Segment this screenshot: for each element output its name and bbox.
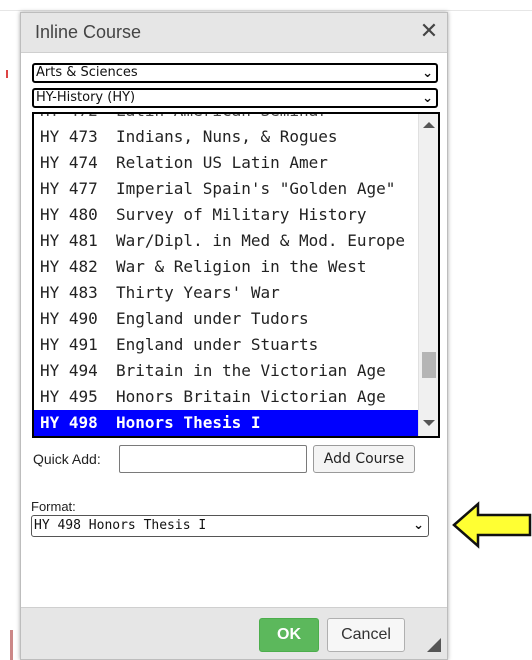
list-item[interactable]: HY 499Honors Thesis II xyxy=(34,436,418,438)
course-name: Britain in the Victorian Age xyxy=(116,361,386,380)
list-item[interactable]: HY 472Latin American Seminar xyxy=(34,114,418,124)
dialog-title: Inline Course xyxy=(35,22,142,42)
course-code: HY 477 xyxy=(40,179,98,198)
course-code: HY 498 xyxy=(40,413,98,432)
course-code: HY 483 xyxy=(40,283,98,302)
course-code: HY 494 xyxy=(40,361,98,380)
background-mark xyxy=(10,630,13,660)
department-select[interactable]: HY-History (HY) ⌄ xyxy=(32,88,438,108)
chevron-down-icon: ⌄ xyxy=(422,66,433,81)
chevron-down-icon: ⌄ xyxy=(422,91,433,106)
listbox-scrollbar[interactable] xyxy=(418,114,438,436)
resize-grip-icon[interactable] xyxy=(427,638,441,652)
course-code: HY 495 xyxy=(40,387,98,406)
course-name: Imperial Spain's "Golden Age" xyxy=(116,179,396,198)
yellow-arrow-icon xyxy=(452,501,532,549)
course-name: Relation US Latin Amer xyxy=(116,153,328,172)
scroll-up-icon[interactable] xyxy=(423,122,435,128)
list-item[interactable]: HY 480 Survey of Military History xyxy=(34,202,418,228)
cancel-button[interactable]: Cancel xyxy=(327,618,405,652)
quick-add-label: Quick Add: xyxy=(33,451,101,467)
course-listbox[interactable]: HY 472Latin American Seminar HY 473 Indian… xyxy=(32,112,440,438)
list-item[interactable]: HY 473 Indians, Nuns, & Rogues xyxy=(34,124,418,150)
course-name: Honors Britain Victorian Age xyxy=(116,387,386,406)
list-item[interactable]: HY 483 Thirty Years' War xyxy=(34,280,418,306)
department-select-value: HY-History (HY) xyxy=(36,90,136,105)
ok-button[interactable]: OK xyxy=(259,618,319,652)
arrow-shape xyxy=(452,501,532,549)
list-item[interactable]: HY 494 Britain in the Victorian Age xyxy=(34,358,418,384)
course-name: Latin American Seminar xyxy=(116,114,328,120)
format-select-value: HY 498 Honors Thesis I xyxy=(34,518,207,533)
background-divider xyxy=(0,10,532,11)
college-select-value: Arts & Sciences xyxy=(36,65,138,80)
course-name: War/Dipl. in Med & Mod. Europe xyxy=(116,231,405,250)
course-name: England under Stuarts xyxy=(116,335,319,354)
course-name: Honors Thesis I xyxy=(116,413,261,432)
course-code: HY 474 xyxy=(40,153,98,172)
dialog-titlebar[interactable]: Inline Course ✕ xyxy=(21,13,447,53)
format-label: Format: xyxy=(31,499,76,514)
inline-course-dialog: Inline Course ✕ Arts & Sciences ⌄ HY-His… xyxy=(20,12,448,660)
list-item[interactable]: HY 477 Imperial Spain's "Golden Age" xyxy=(34,176,418,202)
course-code: HY 482 xyxy=(40,257,98,276)
course-code: HY 491 xyxy=(40,335,98,354)
dialog-footer: OK Cancel xyxy=(21,607,447,659)
list-item[interactable]: HY 490 England under Tudors xyxy=(34,306,418,332)
close-icon[interactable]: ✕ xyxy=(417,18,441,46)
add-course-button[interactable]: Add Course xyxy=(313,445,415,473)
quick-add-input[interactable] xyxy=(119,445,307,473)
chevron-down-icon: ⌄ xyxy=(413,518,424,533)
list-item[interactable]: HY 474 Relation US Latin Amer xyxy=(34,150,418,176)
course-name: War & Religion in the West xyxy=(116,257,367,276)
course-code: HY 481 xyxy=(40,231,98,250)
course-name: Survey of Military History xyxy=(116,205,367,224)
background-mark xyxy=(6,70,8,78)
course-code: HY 480 xyxy=(40,205,98,224)
list-item[interactable]: HY 498 Honors Thesis I xyxy=(34,410,418,436)
list-item[interactable]: HY 482 War & Religion in the West xyxy=(34,254,418,280)
course-name: England under Tudors xyxy=(116,309,309,328)
list-item[interactable]: HY 481 War/Dipl. in Med & Mod. Europe xyxy=(34,228,418,254)
course-name: Thirty Years' War xyxy=(116,283,280,302)
list-item[interactable]: HY 491 England under Stuarts xyxy=(34,332,418,358)
course-code: HY 473 xyxy=(40,127,98,146)
format-select[interactable]: HY 498 Honors Thesis I ⌄ xyxy=(31,515,429,537)
scroll-down-icon[interactable] xyxy=(423,420,435,426)
course-code: HY 472 xyxy=(40,114,116,124)
course-code: HY 490 xyxy=(40,309,98,328)
course-name: Indians, Nuns, & Rogues xyxy=(116,127,338,146)
college-select[interactable]: Arts & Sciences ⌄ xyxy=(32,63,438,83)
course-code: HY 499 xyxy=(40,436,116,438)
scroll-thumb[interactable] xyxy=(422,352,436,378)
list-item[interactable]: HY 495 Honors Britain Victorian Age xyxy=(34,384,418,410)
